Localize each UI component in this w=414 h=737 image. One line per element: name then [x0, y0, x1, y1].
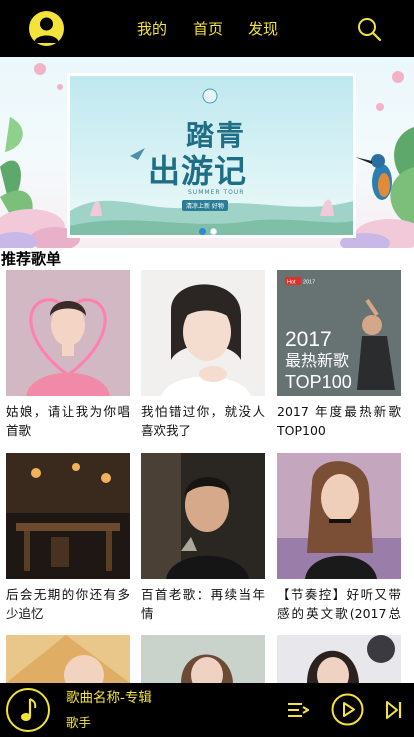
- nav-item-discover[interactable]: 发现: [248, 19, 278, 39]
- section-title: 推荐歌单: [1, 250, 62, 268]
- playlist-caption: 百首老歌：再续当年情: [141, 587, 265, 621]
- top-header: 我的 首页 发现: [0, 0, 414, 57]
- playlist-icon[interactable]: [287, 699, 309, 721]
- carousel-dot[interactable]: [199, 228, 206, 235]
- banner-title-line2: 出游记: [148, 152, 248, 190]
- playlist-card[interactable]: [277, 635, 401, 683]
- carousel-indicator: [199, 228, 217, 235]
- playlist-card[interactable]: 我怕错过你，就没人喜欢我了: [141, 270, 265, 442]
- playlist-cover: [6, 270, 130, 396]
- mini-player[interactable]: 歌曲名称-专辑 歌手: [0, 683, 414, 737]
- playlist-caption: 【节奏控】好听又带感的英文歌(2017总结篇): [277, 587, 401, 621]
- playlist-card[interactable]: [6, 635, 130, 683]
- main-nav: 我的 首页 发现: [0, 0, 414, 57]
- banner-card: 踏青 出游记 SUMMER TOUR 清凉上新 好物: [67, 73, 356, 238]
- cover-line-text: 最热新歌: [285, 352, 349, 370]
- playlist-cover: [6, 635, 130, 683]
- banner-carousel[interactable]: 踏青 出游记 SUMMER TOUR 清凉上新 好物: [0, 57, 414, 248]
- banner-subtitle: SUMMER TOUR: [188, 189, 245, 196]
- playlist-cover: [141, 635, 265, 683]
- playlist-card[interactable]: 后会无期的你还有多少追忆: [6, 453, 130, 625]
- playlist-card[interactable]: 姑娘，请让我为你唱首歌: [6, 270, 130, 442]
- playlist-cover: [277, 453, 401, 579]
- playlist-card[interactable]: Hot 2017 2017 最热新歌 TOP100 2017 年度最热新歌TOP…: [277, 270, 401, 442]
- playlist-caption: 2017 年度最热新歌TOP100: [277, 404, 401, 438]
- cover-top-text: TOP100: [285, 372, 352, 392]
- playlist-cover: Hot 2017 2017 最热新歌 TOP100: [277, 270, 401, 396]
- music-note-icon[interactable]: [6, 688, 50, 732]
- playlist-cover: [6, 453, 130, 579]
- nav-item-mine[interactable]: 我的: [137, 19, 167, 39]
- playlist-card[interactable]: [141, 635, 265, 683]
- cover-year-text: 2017: [285, 328, 332, 351]
- playlist-card[interactable]: 百首老歌：再续当年情: [141, 453, 265, 625]
- playlist-caption: 我怕错过你，就没人喜欢我了: [141, 404, 265, 438]
- playlist-caption: 姑娘，请让我为你唱首歌: [6, 404, 130, 438]
- now-playing-artist[interactable]: 歌手: [66, 714, 91, 732]
- next-icon[interactable]: [385, 699, 403, 721]
- playlist-cover: [141, 270, 265, 396]
- play-icon[interactable]: [331, 693, 364, 726]
- playlist-cover: [277, 635, 401, 683]
- carousel-dot[interactable]: [210, 228, 217, 235]
- banner-tag: 清凉上新 好物: [182, 200, 228, 211]
- search-icon[interactable]: [356, 16, 382, 42]
- svg-text:2017: 2017: [303, 280, 315, 286]
- playlist-cover: [141, 453, 265, 579]
- playlist-caption: 后会无期的你还有多少追忆: [6, 587, 130, 621]
- nav-item-home[interactable]: 首页: [193, 19, 223, 39]
- svg-text:Hot: Hot: [287, 280, 296, 286]
- playlist-card[interactable]: 【节奏控】好听又带感的英文歌(2017总结篇): [277, 453, 401, 625]
- now-playing-title[interactable]: 歌曲名称-专辑: [66, 689, 152, 707]
